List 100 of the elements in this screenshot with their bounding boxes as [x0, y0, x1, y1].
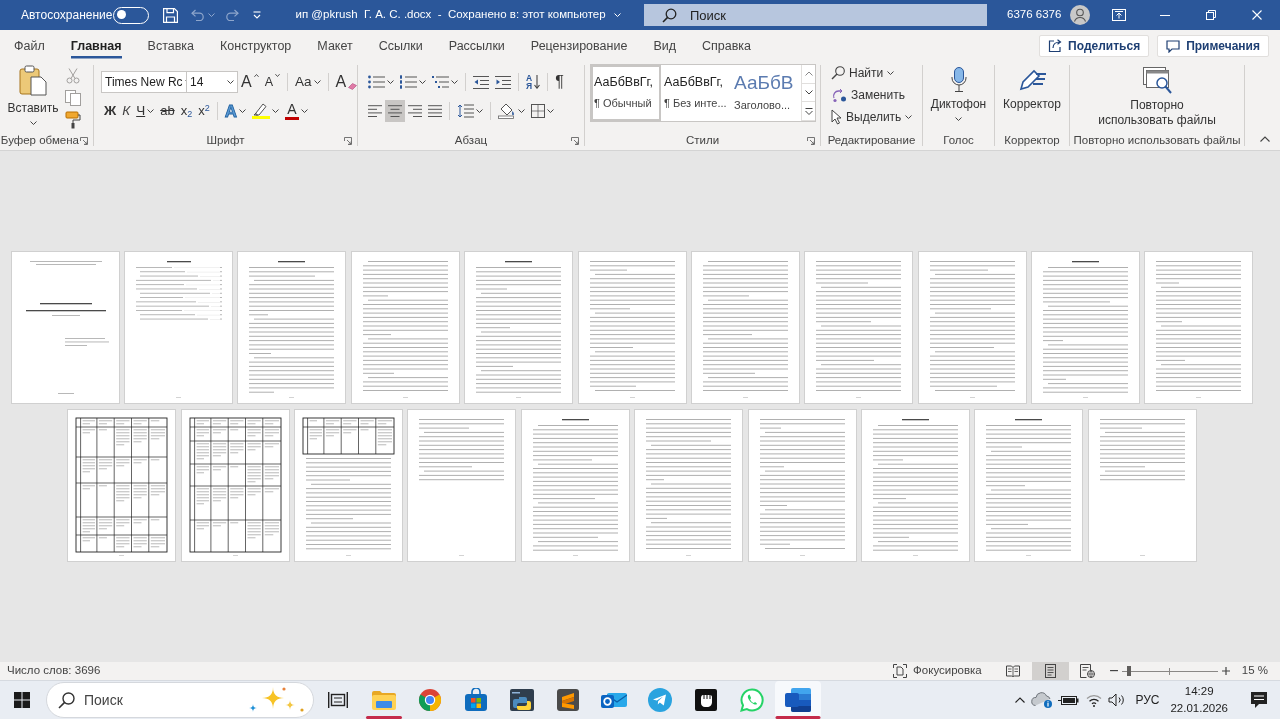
taskbar-button[interactable] — [775, 681, 821, 719]
numbered-list-icon — [400, 75, 417, 89]
zoom-slider-thumb[interactable] — [1127, 666, 1132, 676]
strikethrough-button[interactable]: ab — [157, 100, 178, 122]
user-name: 6376 6376 — [1007, 8, 1062, 22]
folder-icon — [372, 690, 396, 710]
group-label: Шрифт — [206, 133, 245, 148]
ribbon-tab[interactable]: Вид — [640, 30, 689, 62]
show-marks-button[interactable]: ¶ — [552, 71, 567, 93]
underline-button[interactable]: Ч — [133, 100, 158, 122]
caret-icon — [419, 80, 426, 84]
focus-icon — [893, 664, 908, 678]
chevron-up-icon — [1015, 697, 1026, 703]
grow-font-button[interactable]: A — [238, 71, 262, 93]
share-button[interactable]: Поделиться — [1039, 35, 1150, 57]
search-icon — [58, 692, 75, 709]
color-bar-icon — [284, 117, 299, 120]
clear-formatting-button[interactable]: A — [332, 71, 361, 93]
paste-button[interactable]: Вставить — [6, 65, 60, 131]
caret-icon — [313, 80, 321, 84]
style-item[interactable]: АаБбВвГг, ¶ Без инте... — [661, 65, 731, 121]
caret-icon — [29, 121, 37, 126]
share-icon — [1048, 39, 1063, 53]
ribbon-tab[interactable]: Конструктор — [207, 30, 305, 62]
print-layout-button[interactable] — [1031, 662, 1069, 680]
font-name-field[interactable]: Times New Rc — [101, 71, 187, 93]
shrink-font-button[interactable]: A — [261, 71, 283, 93]
dictate-button[interactable]: Диктофон — [930, 67, 987, 131]
pen-icon — [1017, 67, 1047, 92]
group-label: Стили — [685, 133, 720, 148]
caret-icon — [387, 80, 394, 84]
zoom-level[interactable]: 15 % — [1241, 664, 1268, 678]
clock[interactable]: 14:29 22.01.2026 — [1170, 685, 1228, 715]
group-label: Корректор — [1004, 133, 1060, 148]
ribbon-tab[interactable]: Справка — [689, 30, 765, 62]
highlighter-icon — [251, 103, 270, 119]
document-app-icon — [785, 688, 811, 712]
editor-tile-icon — [557, 689, 579, 711]
replace-icon — [831, 87, 847, 103]
sort-arrow-icon — [534, 75, 541, 89]
input-language[interactable]: РУС — [1135, 681, 1160, 719]
speaker-icon — [1108, 693, 1127, 707]
search-field[interactable]: Поиск — [644, 4, 987, 26]
browser-icon — [418, 688, 442, 712]
ribbon-tab[interactable]: Макет — [304, 30, 366, 62]
group-label: Повторно использовать файлы — [1073, 133, 1241, 148]
ribbon-tab[interactable]: Рецензирование — [517, 30, 641, 62]
decrease-indent-icon — [473, 75, 489, 89]
subscript-button[interactable]: x$_{2}$ — [177, 100, 196, 122]
dialog-launcher-button[interactable] — [570, 135, 580, 146]
style-item[interactable]: АаБбВвГг, ¶ Обычный — [591, 65, 661, 121]
word-count[interactable]: Число слов: 3696 — [7, 664, 101, 678]
change-case-button[interactable]: Aa — [292, 71, 324, 93]
microphone-icon — [950, 67, 967, 92]
caret-up-icon — [253, 74, 259, 77]
redo-icon — [225, 9, 240, 21]
group-label: Абзац — [454, 133, 488, 148]
close-icon — [1252, 10, 1262, 20]
focus-mode-button[interactable]: Фокусировка — [889, 662, 986, 680]
paint-bucket-icon — [498, 103, 516, 119]
ribbon-tab[interactable]: Вставка — [134, 30, 208, 62]
editor-button[interactable]: Корректор — [1003, 67, 1061, 131]
superscript-button[interactable]: x$^{2}$ — [195, 100, 213, 122]
ribbon-tab[interactable]: Файл — [1, 30, 58, 62]
document-title[interactable]: ип @pkrush Г. А. С. .docx - Сохранено в: этот компьютер — [295, 8, 621, 22]
italic-button[interactable]: К — [119, 100, 134, 122]
collapse-ribbon-button[interactable] — [1259, 134, 1271, 144]
caret-icon — [300, 109, 308, 113]
comments-button[interactable]: Примечания — [1157, 35, 1269, 57]
select-button[interactable]: Выделить — [831, 106, 922, 128]
font-color-button[interactable]: A — [281, 100, 311, 122]
caret-icon — [271, 109, 279, 113]
align-center-button[interactable] — [385, 100, 405, 122]
chevron-up-icon — [1260, 136, 1270, 142]
comment-icon — [1166, 39, 1181, 53]
font-size-field[interactable]: 14 — [186, 71, 238, 93]
customize-icon — [253, 11, 262, 19]
bold-button[interactable]: Ж — [101, 100, 120, 122]
search-icon — [831, 66, 845, 80]
dialog-launcher-button[interactable] — [806, 135, 816, 146]
notifications-button[interactable] — [1250, 691, 1268, 709]
minimize-icon — [1160, 14, 1170, 16]
sort-button[interactable]: А Я — [523, 71, 544, 93]
search-field[interactable]: Поиск — [46, 682, 314, 718]
style-item[interactable]: АаБбВ Заголово... — [731, 65, 801, 121]
caret-icon — [238, 109, 246, 113]
find-button[interactable]: Найти — [831, 62, 922, 84]
dialog-launcher-button[interactable] — [343, 135, 353, 146]
ribbon-tab[interactable]: Рассылки — [435, 30, 518, 62]
code-window-icon — [510, 689, 534, 711]
page-icon — [1044, 664, 1056, 678]
replace-button[interactable]: Заменить — [831, 84, 922, 106]
group-label: Редактирование — [827, 133, 916, 148]
reuse-files-button[interactable]: Повторно использовать файлы — [1095, 67, 1219, 131]
shopping-bag-icon — [464, 688, 488, 712]
ribbon-tab[interactable]: Ссылки — [365, 30, 436, 62]
restore-icon — [1206, 10, 1216, 20]
window-search-icon — [1142, 67, 1172, 94]
dialog-launcher-button[interactable] — [79, 135, 89, 146]
fist-icon — [695, 689, 717, 711]
